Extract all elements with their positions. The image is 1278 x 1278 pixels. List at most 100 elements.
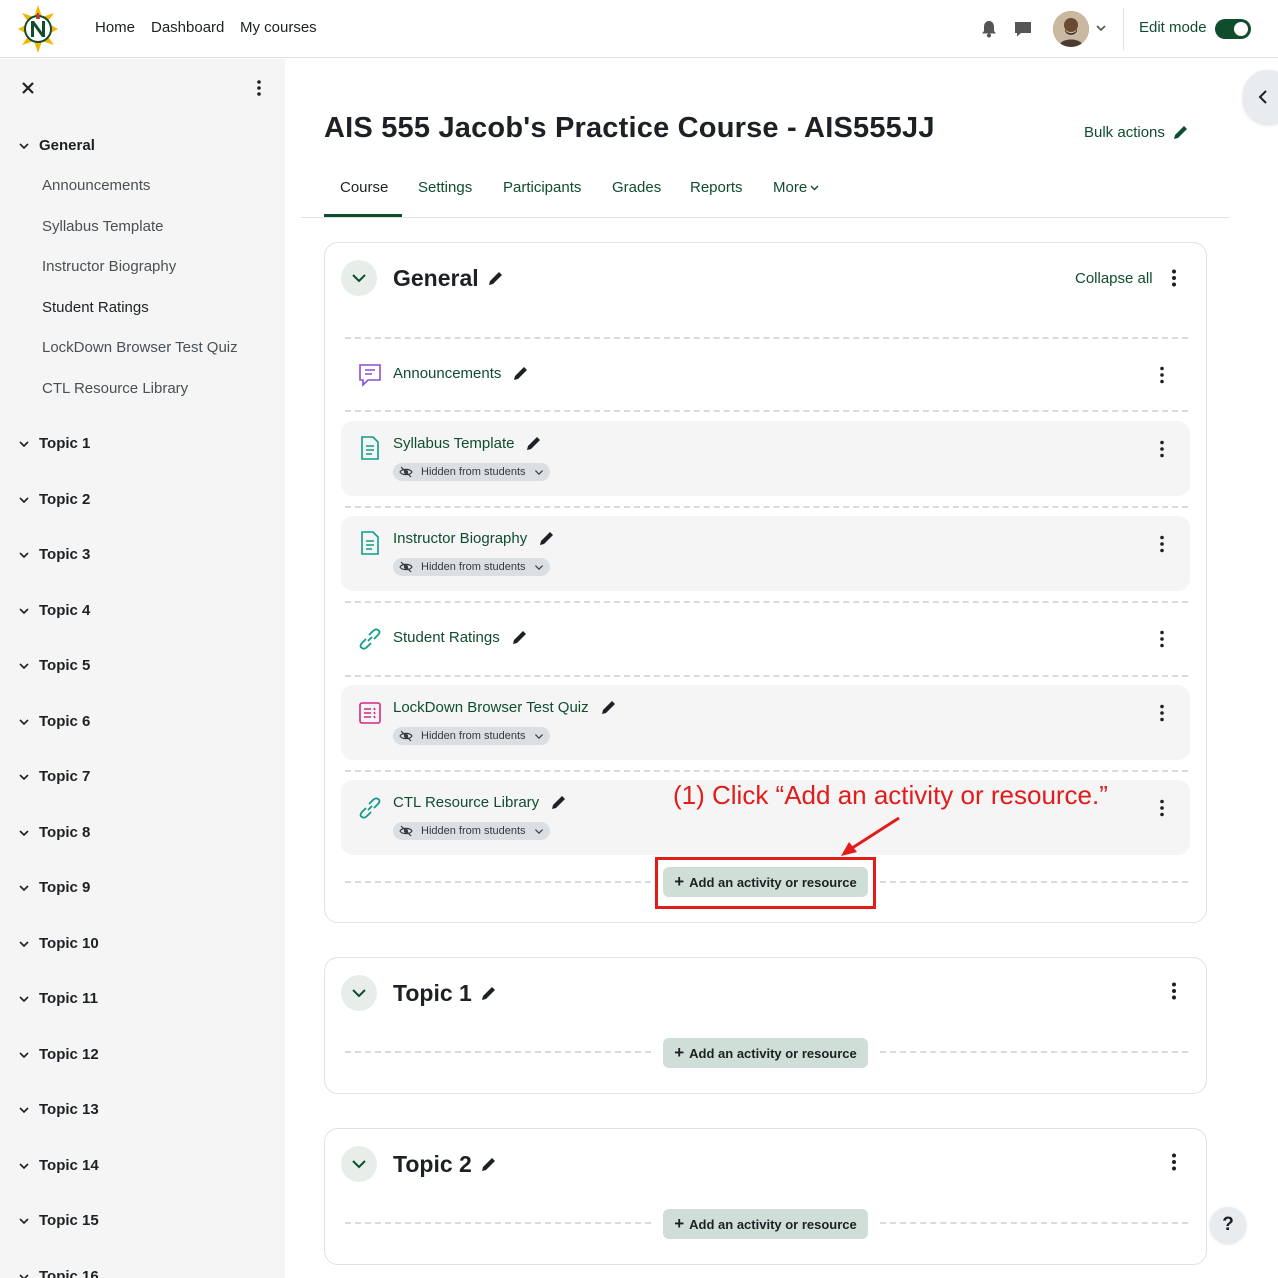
drawer-section-general[interactable]: General (18, 137, 95, 154)
chevron-down-icon (19, 440, 29, 447)
tab-course[interactable]: Course (340, 179, 388, 196)
add-activity-button[interactable]: + Add an activity or resource (663, 1038, 868, 1068)
pencil-icon[interactable] (600, 699, 617, 716)
drawer-menu-icon[interactable] (250, 79, 268, 97)
drawer-section-topic-2[interactable]: Topic 2 (18, 491, 90, 508)
drawer-section-label: Topic 14 (39, 1157, 99, 1174)
tab-settings[interactable]: Settings (418, 179, 472, 196)
drawer-section-topic-12[interactable]: Topic 12 (18, 1046, 99, 1063)
drawer-item-instructor-biography[interactable]: Instructor Biography (42, 258, 176, 275)
tab-more[interactable]: More (773, 179, 819, 196)
pencil-icon[interactable] (480, 985, 497, 1002)
chevron-down-icon (19, 1162, 29, 1169)
chevron-down-icon (810, 185, 819, 191)
drawer-section-label: Topic 2 (39, 491, 91, 508)
edit-mode-toggle[interactable] (1215, 19, 1251, 39)
drawer-section-topic-5[interactable]: Topic 5 (18, 657, 90, 674)
section-divider (345, 337, 1188, 339)
message-icon[interactable] (1013, 19, 1033, 39)
drawer-item-syllabus-template[interactable]: Syllabus Template (42, 218, 163, 235)
section-title: Topic 1 (393, 980, 497, 1007)
drawer-section-topic-15[interactable]: Topic 15 (18, 1212, 99, 1229)
hidden-from-students-badge[interactable]: Hidden from students (393, 463, 550, 481)
add-activity-button[interactable]: + Add an activity or resource (663, 1209, 868, 1239)
activity-menu-icon[interactable] (1159, 704, 1165, 722)
chevron-down-icon (19, 940, 29, 947)
drawer-section-topic-13[interactable]: Topic 13 (18, 1101, 99, 1118)
tab-participants[interactable]: Participants (503, 179, 581, 196)
chevron-down-icon[interactable] (1095, 22, 1107, 34)
drawer-item-announcements[interactable]: Announcements (42, 177, 150, 194)
drawer-section-topic-9[interactable]: Topic 9 (18, 879, 90, 896)
activity-divider (345, 506, 1188, 508)
bulk-actions-button[interactable]: Bulk actions (1084, 124, 1189, 141)
activity-menu-icon[interactable] (1159, 535, 1165, 553)
pencil-icon[interactable] (550, 794, 567, 811)
pencil-icon[interactable] (525, 435, 542, 452)
activity-menu-icon[interactable] (1159, 630, 1165, 648)
drawer-section-topic-6[interactable]: Topic 6 (18, 713, 90, 730)
tab-reports[interactable]: Reports (690, 179, 743, 196)
activity-link[interactable]: CTL Resource Library (393, 794, 567, 811)
hidden-from-students-badge[interactable]: Hidden from students (393, 558, 550, 576)
drawer-section-topic-8[interactable]: Topic 8 (18, 824, 90, 841)
drawer-section-topic-14[interactable]: Topic 14 (18, 1157, 99, 1174)
drawer-section-topic-10[interactable]: Topic 10 (18, 935, 99, 952)
tab-grades[interactable]: Grades (612, 179, 661, 196)
annotation-highlight-box (655, 857, 876, 909)
activity-link[interactable]: Announcements (393, 365, 529, 382)
section-menu-icon[interactable] (1171, 982, 1177, 1000)
drawer-item-student-ratings[interactable]: Student Ratings (42, 299, 149, 316)
drawer-item-lockdown-quiz[interactable]: LockDown Browser Test Quiz (42, 339, 238, 356)
page-title: AIS 555 Jacob's Practice Course - AIS555… (324, 112, 935, 144)
help-button[interactable]: ? (1210, 1207, 1246, 1243)
site-logo[interactable] (16, 3, 60, 55)
activity-link[interactable]: Instructor Biography (393, 530, 555, 547)
section-menu-icon[interactable] (1171, 1153, 1177, 1171)
close-icon[interactable] (20, 80, 36, 96)
nav-dashboard[interactable]: Dashboard (151, 19, 224, 36)
drawer-section-label: Topic 7 (39, 768, 91, 785)
open-block-drawer-button[interactable] (1243, 70, 1278, 124)
drawer-item-ctl-library[interactable]: CTL Resource Library (42, 380, 188, 397)
pencil-icon[interactable] (480, 1156, 497, 1173)
drawer-section-topic-1[interactable]: Topic 1 (18, 435, 90, 452)
tab-more-label: More (773, 179, 808, 196)
user-avatar[interactable] (1053, 11, 1089, 47)
eye-slash-icon (399, 825, 413, 837)
activity-menu-icon[interactable] (1159, 799, 1165, 817)
activity-link[interactable]: Syllabus Template (393, 435, 542, 452)
activity-link[interactable]: LockDown Browser Test Quiz (393, 699, 617, 716)
forum-icon (359, 364, 381, 387)
bell-icon[interactable] (979, 19, 999, 39)
activity-menu-icon[interactable] (1159, 366, 1165, 384)
eye-slash-icon (399, 730, 413, 742)
section-collapse-button[interactable] (341, 260, 377, 296)
hidden-from-students-badge[interactable]: Hidden from students (393, 727, 550, 745)
pencil-icon[interactable] (538, 530, 555, 547)
chevron-down-icon (19, 1106, 29, 1113)
section-menu-icon[interactable] (1171, 269, 1177, 287)
section-collapse-button[interactable] (341, 1146, 377, 1182)
add-divider-left (345, 881, 651, 883)
drawer-section-topic-16[interactable]: Topic 16 (18, 1268, 99, 1278)
activity-name: Syllabus Template (393, 435, 515, 452)
pencil-icon[interactable] (511, 629, 528, 646)
collapse-all-link[interactable]: Collapse all (1075, 270, 1153, 287)
drawer-section-topic-3[interactable]: Topic 3 (18, 546, 90, 563)
hidden-from-students-badge[interactable]: Hidden from students (393, 822, 550, 840)
nav-my-courses[interactable]: My courses (240, 19, 317, 36)
pencil-icon[interactable] (487, 270, 504, 287)
drawer-section-label: Topic 10 (39, 935, 99, 952)
drawer-section-topic-7[interactable]: Topic 7 (18, 768, 90, 785)
drawer-section-topic-4[interactable]: Topic 4 (18, 602, 90, 619)
section-collapse-button[interactable] (341, 975, 377, 1011)
top-navbar: Home Dashboard My courses Edit mode (0, 0, 1278, 58)
drawer-section-topic-11[interactable]: Topic 11 (18, 990, 98, 1007)
pencil-icon[interactable] (512, 365, 529, 382)
nav-home[interactable]: Home (95, 19, 135, 36)
activity-link[interactable]: Student Ratings (393, 629, 528, 646)
chevron-down-icon (352, 1160, 366, 1169)
badge-label: Hidden from students (421, 730, 526, 742)
activity-menu-icon[interactable] (1159, 440, 1165, 458)
